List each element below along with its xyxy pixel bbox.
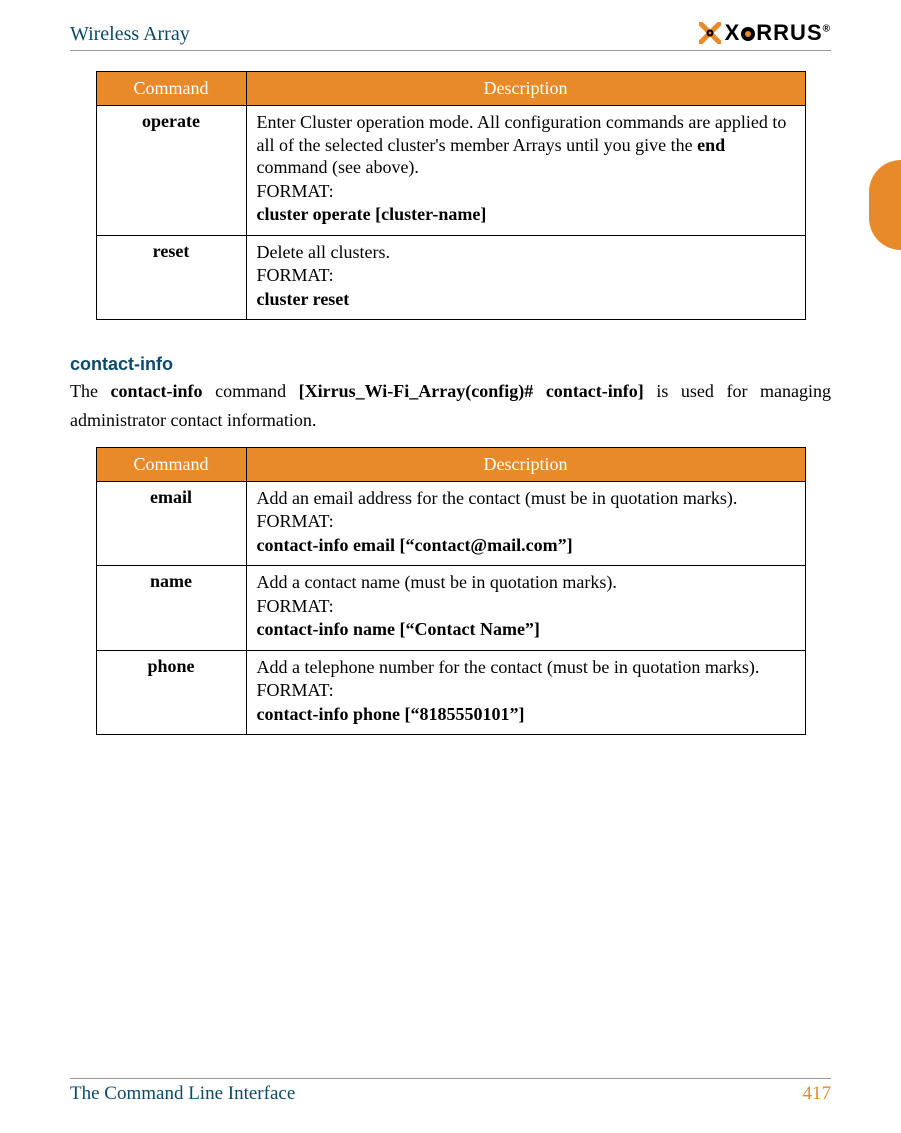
command-name: phone	[96, 650, 246, 735]
xirrus-logo-icon	[699, 22, 721, 44]
table-header-command: Command	[96, 447, 246, 481]
command-name: reset	[96, 235, 246, 320]
command-description: Add an email address for the contact (mu…	[246, 481, 805, 566]
table-header-description: Description	[246, 72, 805, 106]
table-row: operate Enter Cluster operation mode. Al…	[96, 106, 805, 236]
command-name: name	[96, 566, 246, 651]
command-description: Delete all clusters. FORMAT: cluster res…	[246, 235, 805, 320]
table-header-command: Command	[96, 72, 246, 106]
side-tab-icon	[869, 160, 901, 250]
brand-text: RRUS XRRUS®	[725, 20, 831, 46]
command-name: operate	[96, 106, 246, 236]
contact-info-commands-table: Command Description email Add an email a…	[96, 447, 806, 736]
table-row: reset Delete all clusters. FORMAT: clust…	[96, 235, 805, 320]
page-footer: The Command Line Interface 417	[70, 1078, 831, 1105]
command-description: Enter Cluster operation mode. All config…	[246, 106, 805, 236]
brand-logo: RRUS XRRUS®	[699, 20, 831, 46]
table-row: name Add a contact name (must be in quot…	[96, 566, 805, 651]
section-intro: The contact-info command [Xirrus_Wi-Fi_A…	[70, 377, 831, 435]
section-heading-contact-info: contact-info	[70, 354, 831, 375]
page-header: Wireless Array RRUS XRRUS®	[70, 20, 831, 51]
header-title: Wireless Array	[70, 23, 190, 46]
table-row: phone Add a telephone number for the con…	[96, 650, 805, 735]
table-header-description: Description	[246, 447, 805, 481]
table-row: email Add an email address for the conta…	[96, 481, 805, 566]
command-description: Add a contact name (must be in quotation…	[246, 566, 805, 651]
footer-section-title: The Command Line Interface	[70, 1083, 295, 1105]
footer-page-number: 417	[803, 1083, 832, 1105]
command-description: Add a telephone number for the contact (…	[246, 650, 805, 735]
cluster-commands-table: Command Description operate Enter Cluste…	[96, 71, 806, 320]
command-name: email	[96, 481, 246, 566]
